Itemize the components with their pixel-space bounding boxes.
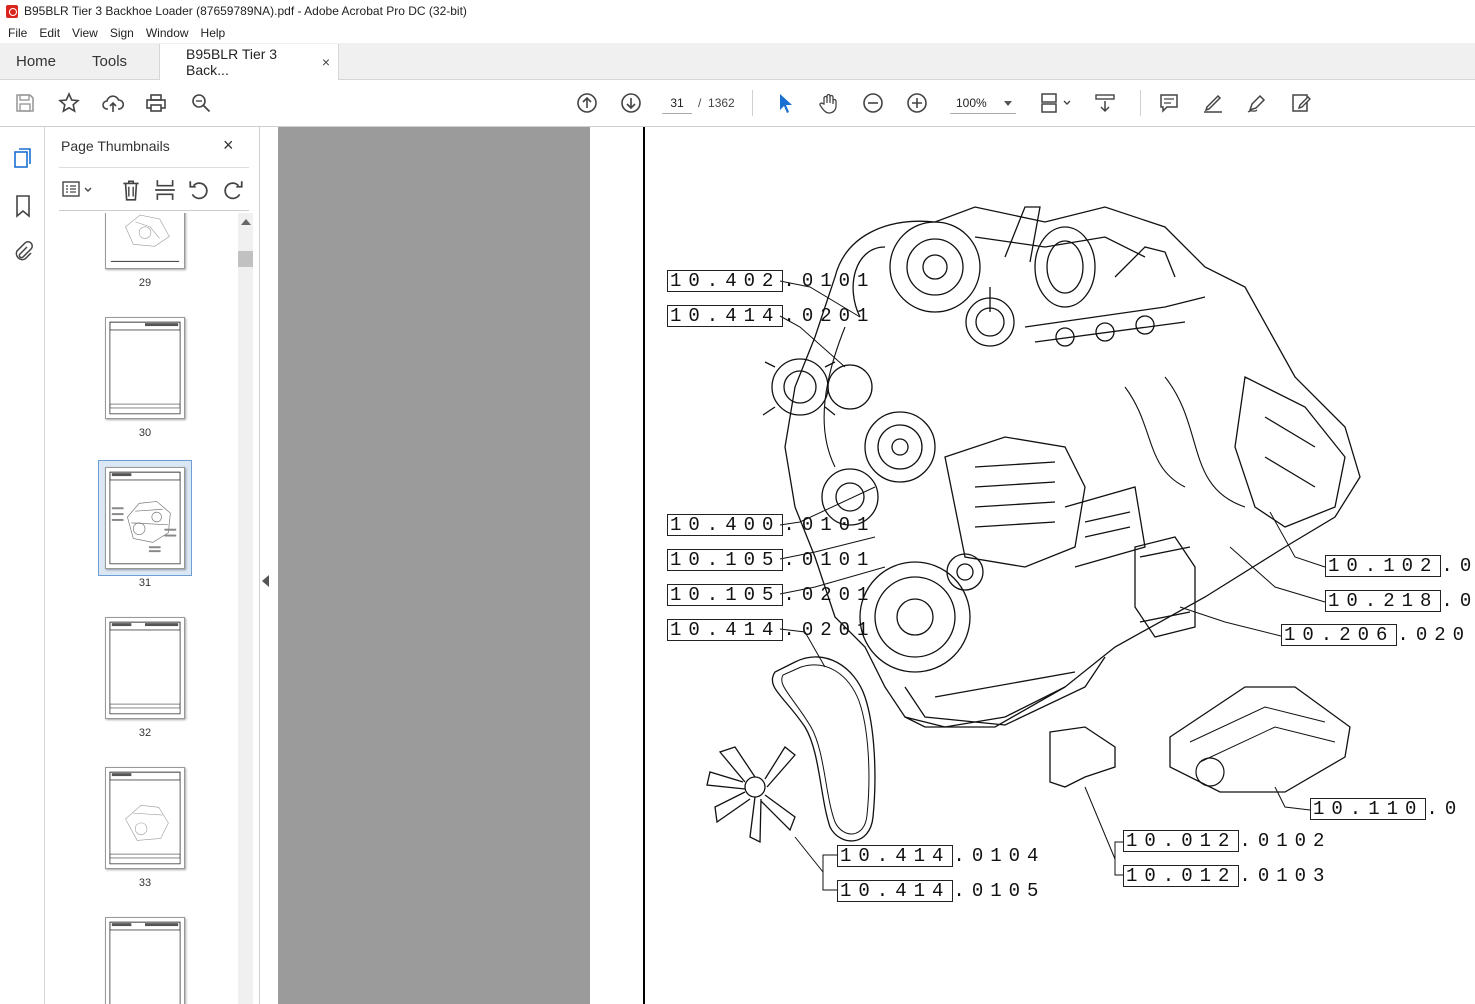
tab-bar: Home Tools B95BLR Tier 3 Back... × — [0, 43, 1475, 80]
cloud-upload-icon[interactable] — [101, 91, 125, 115]
split-pages-icon[interactable] — [153, 178, 177, 200]
page-thumbnails-icon[interactable] — [10, 146, 36, 172]
tab-tools[interactable]: Tools — [72, 43, 143, 79]
menu-edit[interactable]: Edit — [33, 26, 66, 40]
close-panel-icon[interactable]: × — [223, 135, 234, 156]
thumbnail-label: 32 — [138, 727, 152, 739]
callout-label: 10.105.0101 — [667, 549, 875, 571]
collapse-panel-icon[interactable] — [262, 575, 269, 587]
bookmark-icon[interactable] — [10, 193, 36, 219]
menu-bar: File Edit View Sign Window Help — [0, 22, 1475, 43]
callout-label: 10.110.0 — [1310, 798, 1463, 820]
page-total: / 1362 — [698, 96, 735, 110]
star-icon[interactable] — [57, 91, 81, 115]
rotate-right-icon[interactable] — [221, 178, 245, 200]
callout-label: 10.402.0101 — [667, 270, 875, 292]
menu-file[interactable]: File — [2, 26, 33, 40]
attachment-icon[interactable] — [10, 239, 36, 265]
select-cursor-icon[interactable] — [773, 91, 797, 115]
thumbnail-label: 30 — [138, 427, 152, 439]
thumbnail-page[interactable] — [105, 213, 185, 269]
chevron-down-icon — [1004, 101, 1012, 106]
menu-view[interactable]: View — [66, 26, 104, 40]
callout-label: 10.414.0105 — [837, 880, 1045, 902]
save-icon[interactable] — [13, 91, 37, 115]
toolbar-divider — [752, 90, 753, 116]
acrobat-app-icon — [6, 4, 18, 18]
tab-document-label: B95BLR Tier 3 Back... — [186, 46, 278, 78]
thumbnail-panel: Page Thumbnails × 29 30 31 32 33 — [45, 127, 260, 1004]
thumbnail-options-icon[interactable] — [61, 178, 95, 200]
window-title: B95BLR Tier 3 Backhoe Loader (87659789NA… — [24, 4, 467, 18]
thumbnail-page-selected[interactable] — [105, 467, 185, 569]
thumbnail-list: 29 30 31 32 33 — [45, 213, 245, 1004]
previous-page-region — [278, 127, 590, 1004]
thumbnail-page[interactable] — [105, 317, 185, 419]
callout-label: 10.400.0101 — [667, 514, 875, 536]
sign-pen-icon[interactable] — [1245, 91, 1269, 115]
callout-label: 10.012.0102 — [1123, 830, 1331, 852]
thumbnail-label: 33 — [138, 877, 152, 889]
panel-title: Page Thumbnails — [61, 138, 170, 154]
callout-label: 10.414.0104 — [837, 845, 1045, 867]
zoom-in-icon[interactable] — [905, 91, 929, 115]
pdf-page: 10.402.0101 10.414.0201 10.400.0101 10.1… — [643, 127, 1475, 1004]
page-separator: / — [698, 96, 702, 110]
comment-icon[interactable] — [1157, 91, 1181, 115]
zoom-out-icon[interactable] — [861, 91, 885, 115]
highlight-pen-icon[interactable] — [1201, 91, 1225, 115]
next-page-icon[interactable] — [619, 91, 643, 115]
print-icon[interactable] — [144, 91, 168, 115]
zoom-value: 100% — [956, 96, 987, 110]
page-display-icon[interactable] — [1039, 91, 1075, 115]
thumbnail-label: 31 — [138, 577, 152, 589]
tab-home[interactable]: Home — [0, 43, 72, 79]
page-count: 1362 — [708, 96, 735, 110]
magnify-icon[interactable] — [189, 91, 213, 115]
panel-toolbar — [59, 167, 249, 211]
zoom-select[interactable]: 100% — [950, 92, 1016, 114]
thumbnail-page[interactable] — [105, 767, 185, 869]
scroll-mode-icon[interactable] — [1093, 91, 1117, 115]
scrollbar-thumb[interactable] — [238, 251, 253, 267]
callout-label: 10.105.0201 — [667, 584, 875, 606]
delete-page-icon[interactable] — [119, 178, 143, 201]
menu-window[interactable]: Window — [140, 26, 195, 40]
thumbnail-label: 29 — [138, 277, 152, 289]
callout-label: 10.414.0201 — [667, 305, 875, 327]
edit-pdf-icon[interactable] — [1289, 91, 1313, 115]
menu-help[interactable]: Help — [195, 26, 232, 40]
hand-tool-icon[interactable] — [817, 91, 841, 115]
callout-label: 10.102.0 — [1325, 555, 1475, 577]
thumbnail-page[interactable] — [105, 917, 185, 1004]
scroll-up-icon[interactable] — [241, 219, 251, 225]
previous-page-icon[interactable] — [575, 91, 599, 115]
close-tab-icon[interactable]: × — [322, 54, 330, 70]
menu-sign[interactable]: Sign — [104, 26, 140, 40]
callout-label: 10.218.0 — [1325, 590, 1475, 612]
callout-label: 10.414.0201 — [667, 619, 875, 641]
thumbnail-scrollbar[interactable] — [238, 213, 253, 1004]
tab-document[interactable]: B95BLR Tier 3 Back... × — [159, 44, 340, 80]
callout-label: 10.206.020 — [1281, 624, 1471, 646]
title-bar: B95BLR Tier 3 Backhoe Loader (87659789NA… — [0, 0, 1475, 22]
page-number-input[interactable]: 31 — [662, 92, 692, 114]
toolbar-divider-2 — [1140, 90, 1141, 116]
rotate-left-icon[interactable] — [187, 178, 211, 200]
callout-label: 10.012.0103 — [1123, 865, 1331, 887]
thumbnail-page[interactable] — [105, 617, 185, 719]
